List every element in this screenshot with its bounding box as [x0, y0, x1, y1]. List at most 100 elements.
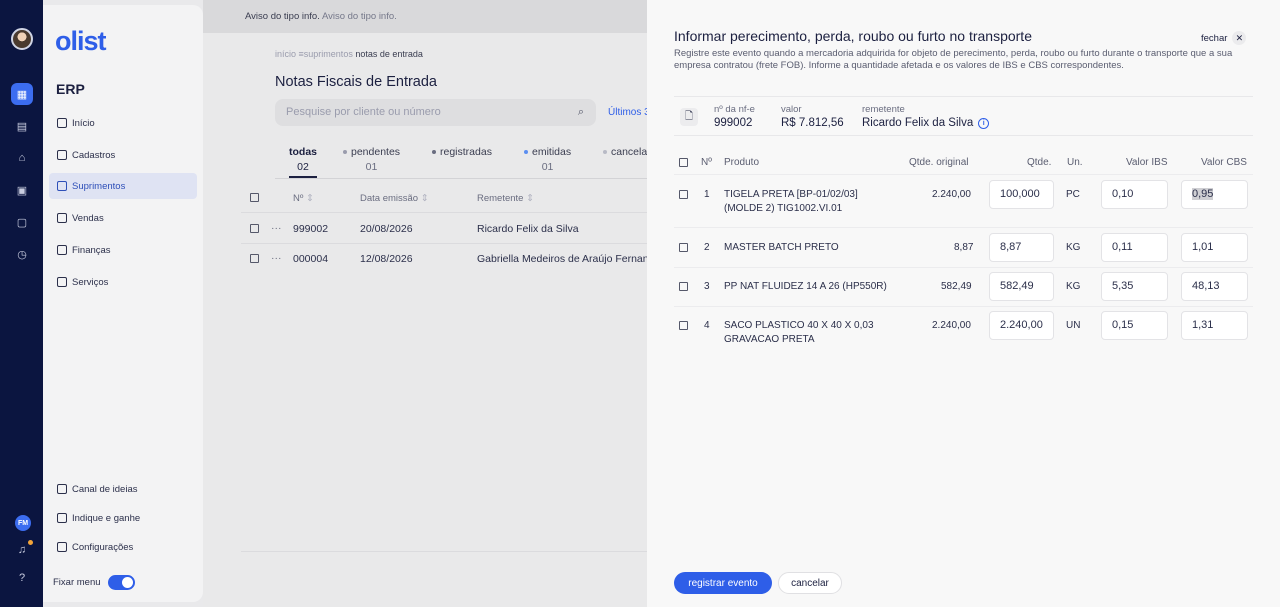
item-un: UN [1066, 320, 1081, 331]
item-produto: MASTER BATCH PRETO [724, 242, 839, 253]
bell-icon[interactable]: ♫ [13, 540, 33, 559]
row-divider [241, 243, 647, 244]
qtde-input[interactable]: 582,49 [989, 272, 1054, 301]
status-dot [432, 150, 436, 155]
user-badge[interactable]: FM [15, 515, 31, 531]
valor-value: R$ 7.812,56 [781, 117, 844, 129]
col-num: Nº [701, 157, 712, 168]
item-qtde-original: 2.240,00 [932, 189, 971, 200]
col-remetente[interactable]: Remetente ⇕ [477, 193, 534, 204]
valor-label: valor [781, 104, 802, 115]
main-content: Aviso do tipo info. Aviso do tipo info. … [203, 0, 676, 607]
search-icon[interactable]: ⌕ [578, 106, 584, 119]
olist-logo: olist [55, 26, 107, 56]
tab-emitidas[interactable]: emitidas 01 [524, 146, 571, 173]
breadcrumb-suprimentos[interactable]: suprimentos [304, 49, 353, 59]
item-checkbox[interactable] [679, 321, 688, 330]
tab-pendentes[interactable]: pendentes 01 [343, 146, 400, 173]
briefcase-icon [57, 277, 67, 287]
qtde-input[interactable]: 8,87 [989, 233, 1054, 262]
lightbulb-icon [57, 484, 67, 494]
cbs-input[interactable]: 1,01 [1181, 233, 1248, 262]
fix-menu-toggle[interactable] [107, 575, 135, 590]
store-icon[interactable]: ⌂ [13, 149, 31, 167]
fix-menu-row: Fixar menu [53, 575, 135, 590]
sidebar-item-inicio[interactable]: Início [49, 110, 197, 136]
more-icon[interactable]: ··· [271, 252, 282, 264]
select-all-checkbox[interactable] [250, 193, 259, 202]
item-qtde-original: 582,49 [941, 281, 972, 292]
user-avatar[interactable] [11, 28, 33, 50]
erp-app-icon[interactable]: ▦ [11, 83, 33, 105]
cart-icon[interactable]: ▣ [13, 181, 31, 199]
sidebar-item-canal-ideias[interactable]: Canal de ideias [49, 476, 197, 502]
tab-registradas[interactable]: registradas [432, 146, 492, 161]
close-icon[interactable]: ✕ [1232, 31, 1247, 45]
money-icon [57, 245, 67, 255]
item-checkbox[interactable] [679, 243, 688, 252]
qtde-input[interactable]: 100,000 [989, 180, 1054, 209]
tab-todas[interactable]: todas 02 [289, 146, 318, 178]
cancel-button[interactable]: cancelar [778, 572, 842, 594]
chat-icon[interactable]: ▢ [13, 213, 31, 231]
row-checkbox[interactable] [250, 224, 259, 233]
panel-description: Registre este evento quando a mercadoria… [674, 48, 1233, 71]
ibs-input[interactable]: 0,15 [1101, 311, 1168, 340]
sidebar-item-financas[interactable]: Finanças [49, 237, 197, 263]
cbs-input[interactable]: 0,95 [1181, 180, 1248, 209]
row-numero: 999002 [293, 223, 329, 235]
nf-label: nº da nf-e [714, 104, 755, 115]
qtde-input[interactable]: 2.240,00 [989, 311, 1054, 340]
breadcrumb-inicio[interactable]: início [275, 49, 296, 59]
cbs-input[interactable]: 48,13 [1181, 272, 1248, 301]
row-numero: 000004 [293, 253, 329, 265]
item-checkbox[interactable] [679, 282, 688, 291]
sidebar-item-vendas[interactable]: Vendas [49, 205, 197, 231]
calendar-icon[interactable]: ▤ [13, 117, 31, 135]
box-icon[interactable]: ◷ [13, 245, 31, 263]
sidebar-item-suprimentos[interactable]: Suprimentos [49, 173, 197, 199]
col-data-emissao[interactable]: Data emissão ⇕ [360, 193, 429, 204]
help-icon[interactable]: ? [13, 569, 31, 587]
item-produto: PP NAT FLUIDEZ 14 A 26 (HP550R) [724, 281, 887, 292]
search-placeholder: Pesquise por cliente ou número [286, 106, 441, 118]
sidebar-item-configuracoes[interactable]: Configurações [49, 534, 197, 560]
sidebar-item-indique[interactable]: Indique e ganhe [49, 505, 197, 531]
info-banner: Aviso do tipo info. Aviso do tipo info. [203, 0, 647, 33]
gear-icon [57, 542, 67, 552]
section-title: ERP [56, 81, 85, 97]
tabs-divider [275, 178, 647, 179]
panel-title: Informar perecimento, perda, roubo ou fu… [674, 28, 1032, 44]
item-checkbox[interactable] [679, 190, 688, 199]
close-button[interactable]: fechar ✕ [1201, 31, 1247, 45]
register-event-button[interactable]: registrar evento [674, 572, 772, 594]
ibs-input[interactable]: 5,35 [1101, 272, 1168, 301]
sidebar-item-cadastros[interactable]: Cadastros [49, 142, 197, 168]
nf-value: 999002 [714, 117, 753, 129]
ibs-input[interactable]: 0,11 [1101, 233, 1168, 262]
breadcrumb-current: notas de entrada [355, 49, 423, 59]
info-icon[interactable]: i [978, 118, 990, 129]
breadcrumb: início ≡suprimentos notas de entrada [275, 49, 423, 59]
row-checkbox[interactable] [250, 254, 259, 263]
col-cbs: Valor CBS [1201, 157, 1247, 168]
col-un: Un. [1067, 157, 1083, 168]
status-dot [603, 150, 607, 155]
ibs-input[interactable]: 0,10 [1101, 180, 1168, 209]
select-all-items-checkbox[interactable] [679, 158, 688, 167]
item-qtde-original: 8,87 [954, 242, 974, 253]
sidebar-item-servicos[interactable]: Serviços [49, 269, 197, 295]
remetente-label: remetente [862, 104, 905, 115]
nfe-summary-card: 🗋 nº da nf-e 999002 valor R$ 7.812,56 re… [674, 96, 1253, 136]
status-tabs: todas 02 pendentes 01 registradas emitidas… [275, 146, 664, 178]
file-icon [57, 150, 67, 160]
event-panel: Informar perecimento, perda, roubo ou fu… [647, 0, 1280, 607]
item-un: PC [1066, 189, 1080, 200]
app-rail: ▦ ▤ ⌂ ▣ ▢ ◷ FM ♫ ? [0, 0, 43, 607]
cbs-input[interactable]: 1,31 [1181, 311, 1248, 340]
col-numero[interactable]: Nº ⇕ [293, 193, 314, 204]
more-icon[interactable]: ··· [271, 222, 282, 234]
search-input[interactable]: Pesquise por cliente ou número ⌕ [275, 99, 596, 126]
col-qtde-original: Qtde. original [909, 157, 969, 168]
item-num: 1 [704, 189, 710, 200]
